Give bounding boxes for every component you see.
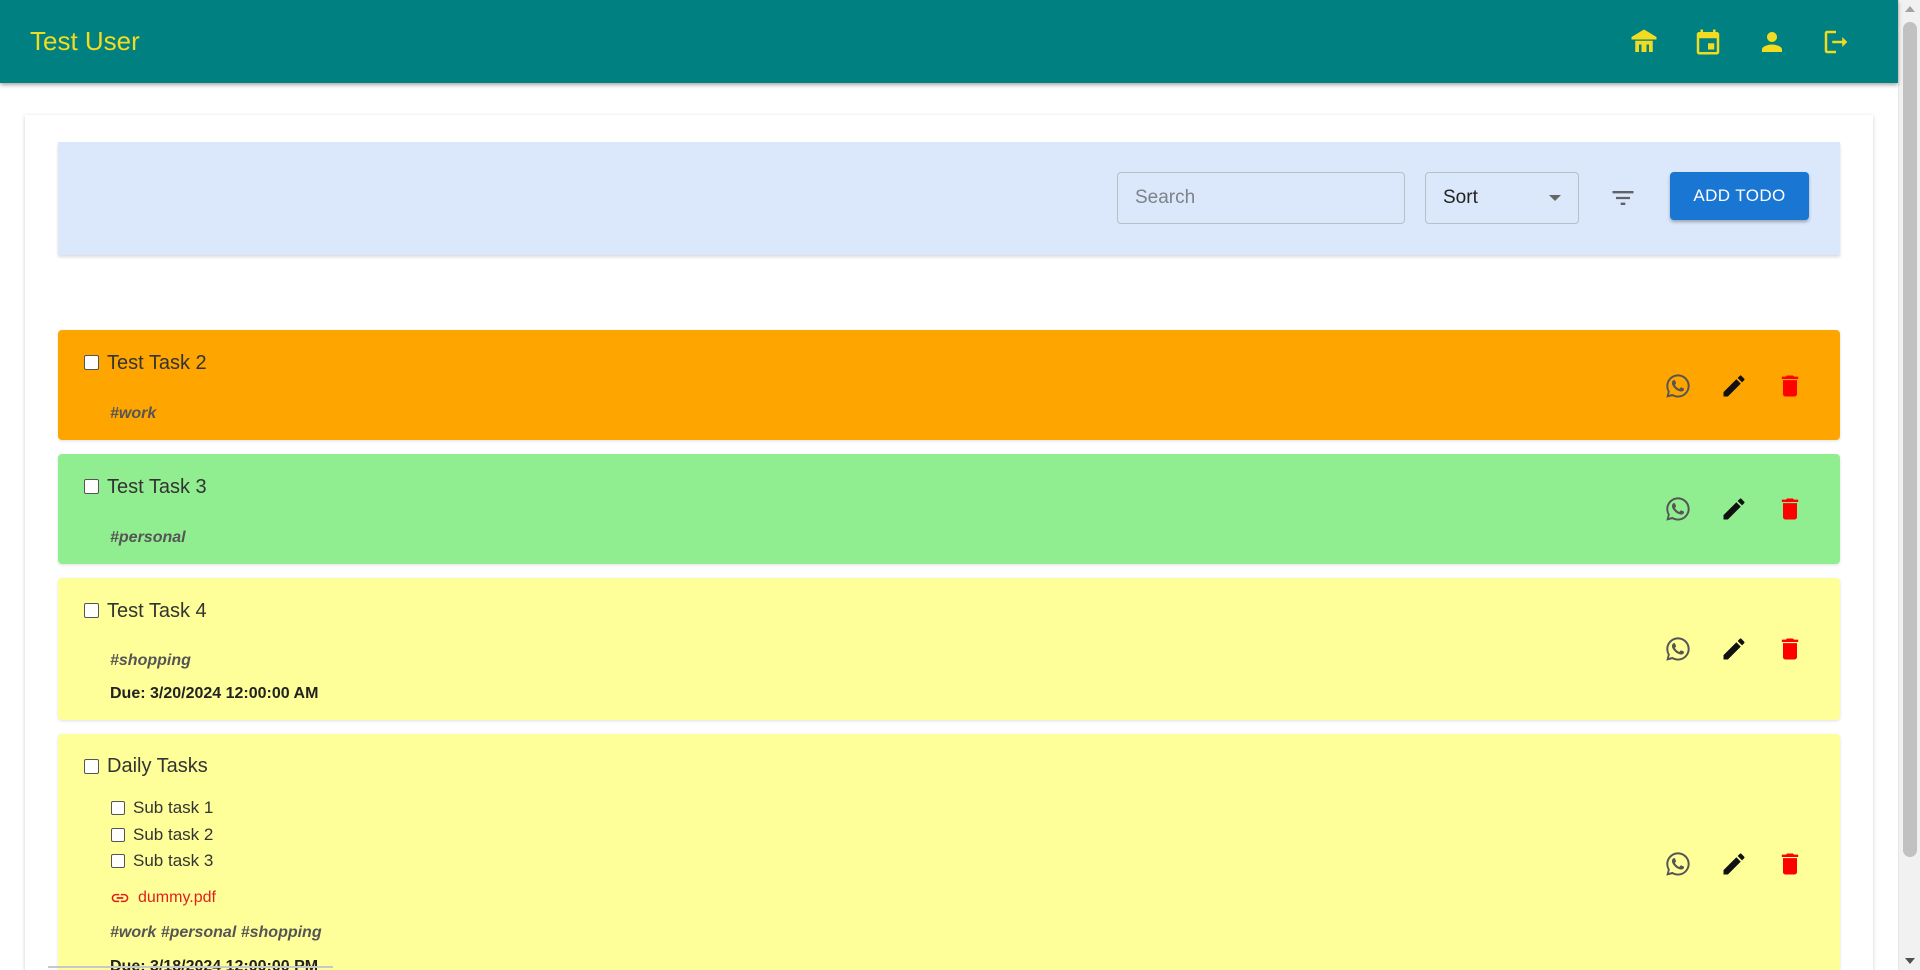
todo-checkbox[interactable] (84, 603, 99, 618)
app-bar-actions (1624, 22, 1856, 62)
whatsapp-share-icon[interactable] (1658, 629, 1698, 669)
todo-item: Test Task 4 #shopping Due: 3/20/2024 12:… (58, 578, 1840, 720)
horizontal-scroll-indicator (48, 966, 333, 968)
todo-tags: #work (110, 405, 157, 422)
sort-select[interactable]: Sort (1425, 172, 1579, 224)
search-input[interactable] (1117, 172, 1405, 224)
delete-icon[interactable] (1770, 844, 1810, 884)
whatsapp-share-icon[interactable] (1658, 844, 1698, 884)
todo-title: Test Task 4 (107, 600, 207, 622)
todo-checkbox[interactable] (84, 355, 99, 370)
logout-icon[interactable] (1816, 22, 1856, 62)
todo-due-date: Due: 3/18/2024 12:00:00 PM (110, 958, 319, 970)
edit-icon[interactable] (1714, 844, 1754, 884)
subtask-item: Sub task 1 (111, 798, 213, 818)
edit-icon[interactable] (1714, 489, 1754, 529)
todo-due-date: Due: 3/20/2024 12:00:00 AM (110, 685, 319, 702)
todo-item: Test Task 3 #personal (58, 454, 1840, 564)
whatsapp-share-icon[interactable] (1658, 489, 1698, 529)
todo-title: Test Task 2 (107, 352, 207, 374)
subtask-label: Sub task 1 (133, 798, 214, 817)
subtask-label: Sub task 3 (133, 851, 214, 870)
dashboard-icon[interactable] (1624, 22, 1664, 62)
add-todo-button[interactable]: ADD TODO (1670, 172, 1809, 220)
subtask-checkbox[interactable] (111, 801, 125, 815)
scrollbar-thumb[interactable] (1903, 22, 1917, 857)
app-bar: Test User (0, 0, 1898, 83)
edit-icon[interactable] (1714, 629, 1754, 669)
delete-icon[interactable] (1770, 366, 1810, 406)
todo-item: Daily Tasks Sub task 1 Sub task 2 Sub ta… (58, 734, 1840, 970)
edit-icon[interactable] (1714, 366, 1754, 406)
todo-tags: #work #personal #shopping (110, 924, 322, 941)
link-icon (111, 893, 129, 903)
filter-icon[interactable] (1603, 178, 1643, 218)
todo-title: Test Task 3 (107, 476, 207, 498)
person-icon[interactable] (1752, 22, 1792, 62)
whatsapp-share-icon[interactable] (1658, 366, 1698, 406)
todo-checkbox[interactable] (84, 759, 99, 774)
subtask-item: Sub task 3 (111, 851, 213, 871)
todo-checkbox[interactable] (84, 479, 99, 494)
todo-item: Test Task 2 #work (58, 330, 1840, 440)
page-scrollbar[interactable] (1898, 0, 1920, 970)
subtask-checkbox[interactable] (111, 854, 125, 868)
subtask-item: Sub task 2 (111, 825, 213, 845)
sort-label: Sort (1443, 187, 1478, 208)
chevron-down-icon (1549, 195, 1561, 201)
scroll-up-icon[interactable] (1905, 6, 1915, 12)
todo-tags: #shopping (110, 652, 191, 669)
subtask-label: Sub task 2 (133, 825, 214, 844)
delete-icon[interactable] (1770, 489, 1810, 529)
attachment-link[interactable]: dummy.pdf (110, 888, 216, 908)
todo-title: Daily Tasks (107, 755, 208, 777)
scroll-down-icon[interactable] (1905, 958, 1915, 964)
subtask-checkbox[interactable] (111, 828, 125, 842)
attachment-name: dummy.pdf (138, 889, 216, 906)
app-title: Test User (30, 26, 140, 56)
calendar-icon[interactable] (1688, 22, 1728, 62)
todo-tags: #personal (110, 529, 186, 546)
delete-icon[interactable] (1770, 629, 1810, 669)
